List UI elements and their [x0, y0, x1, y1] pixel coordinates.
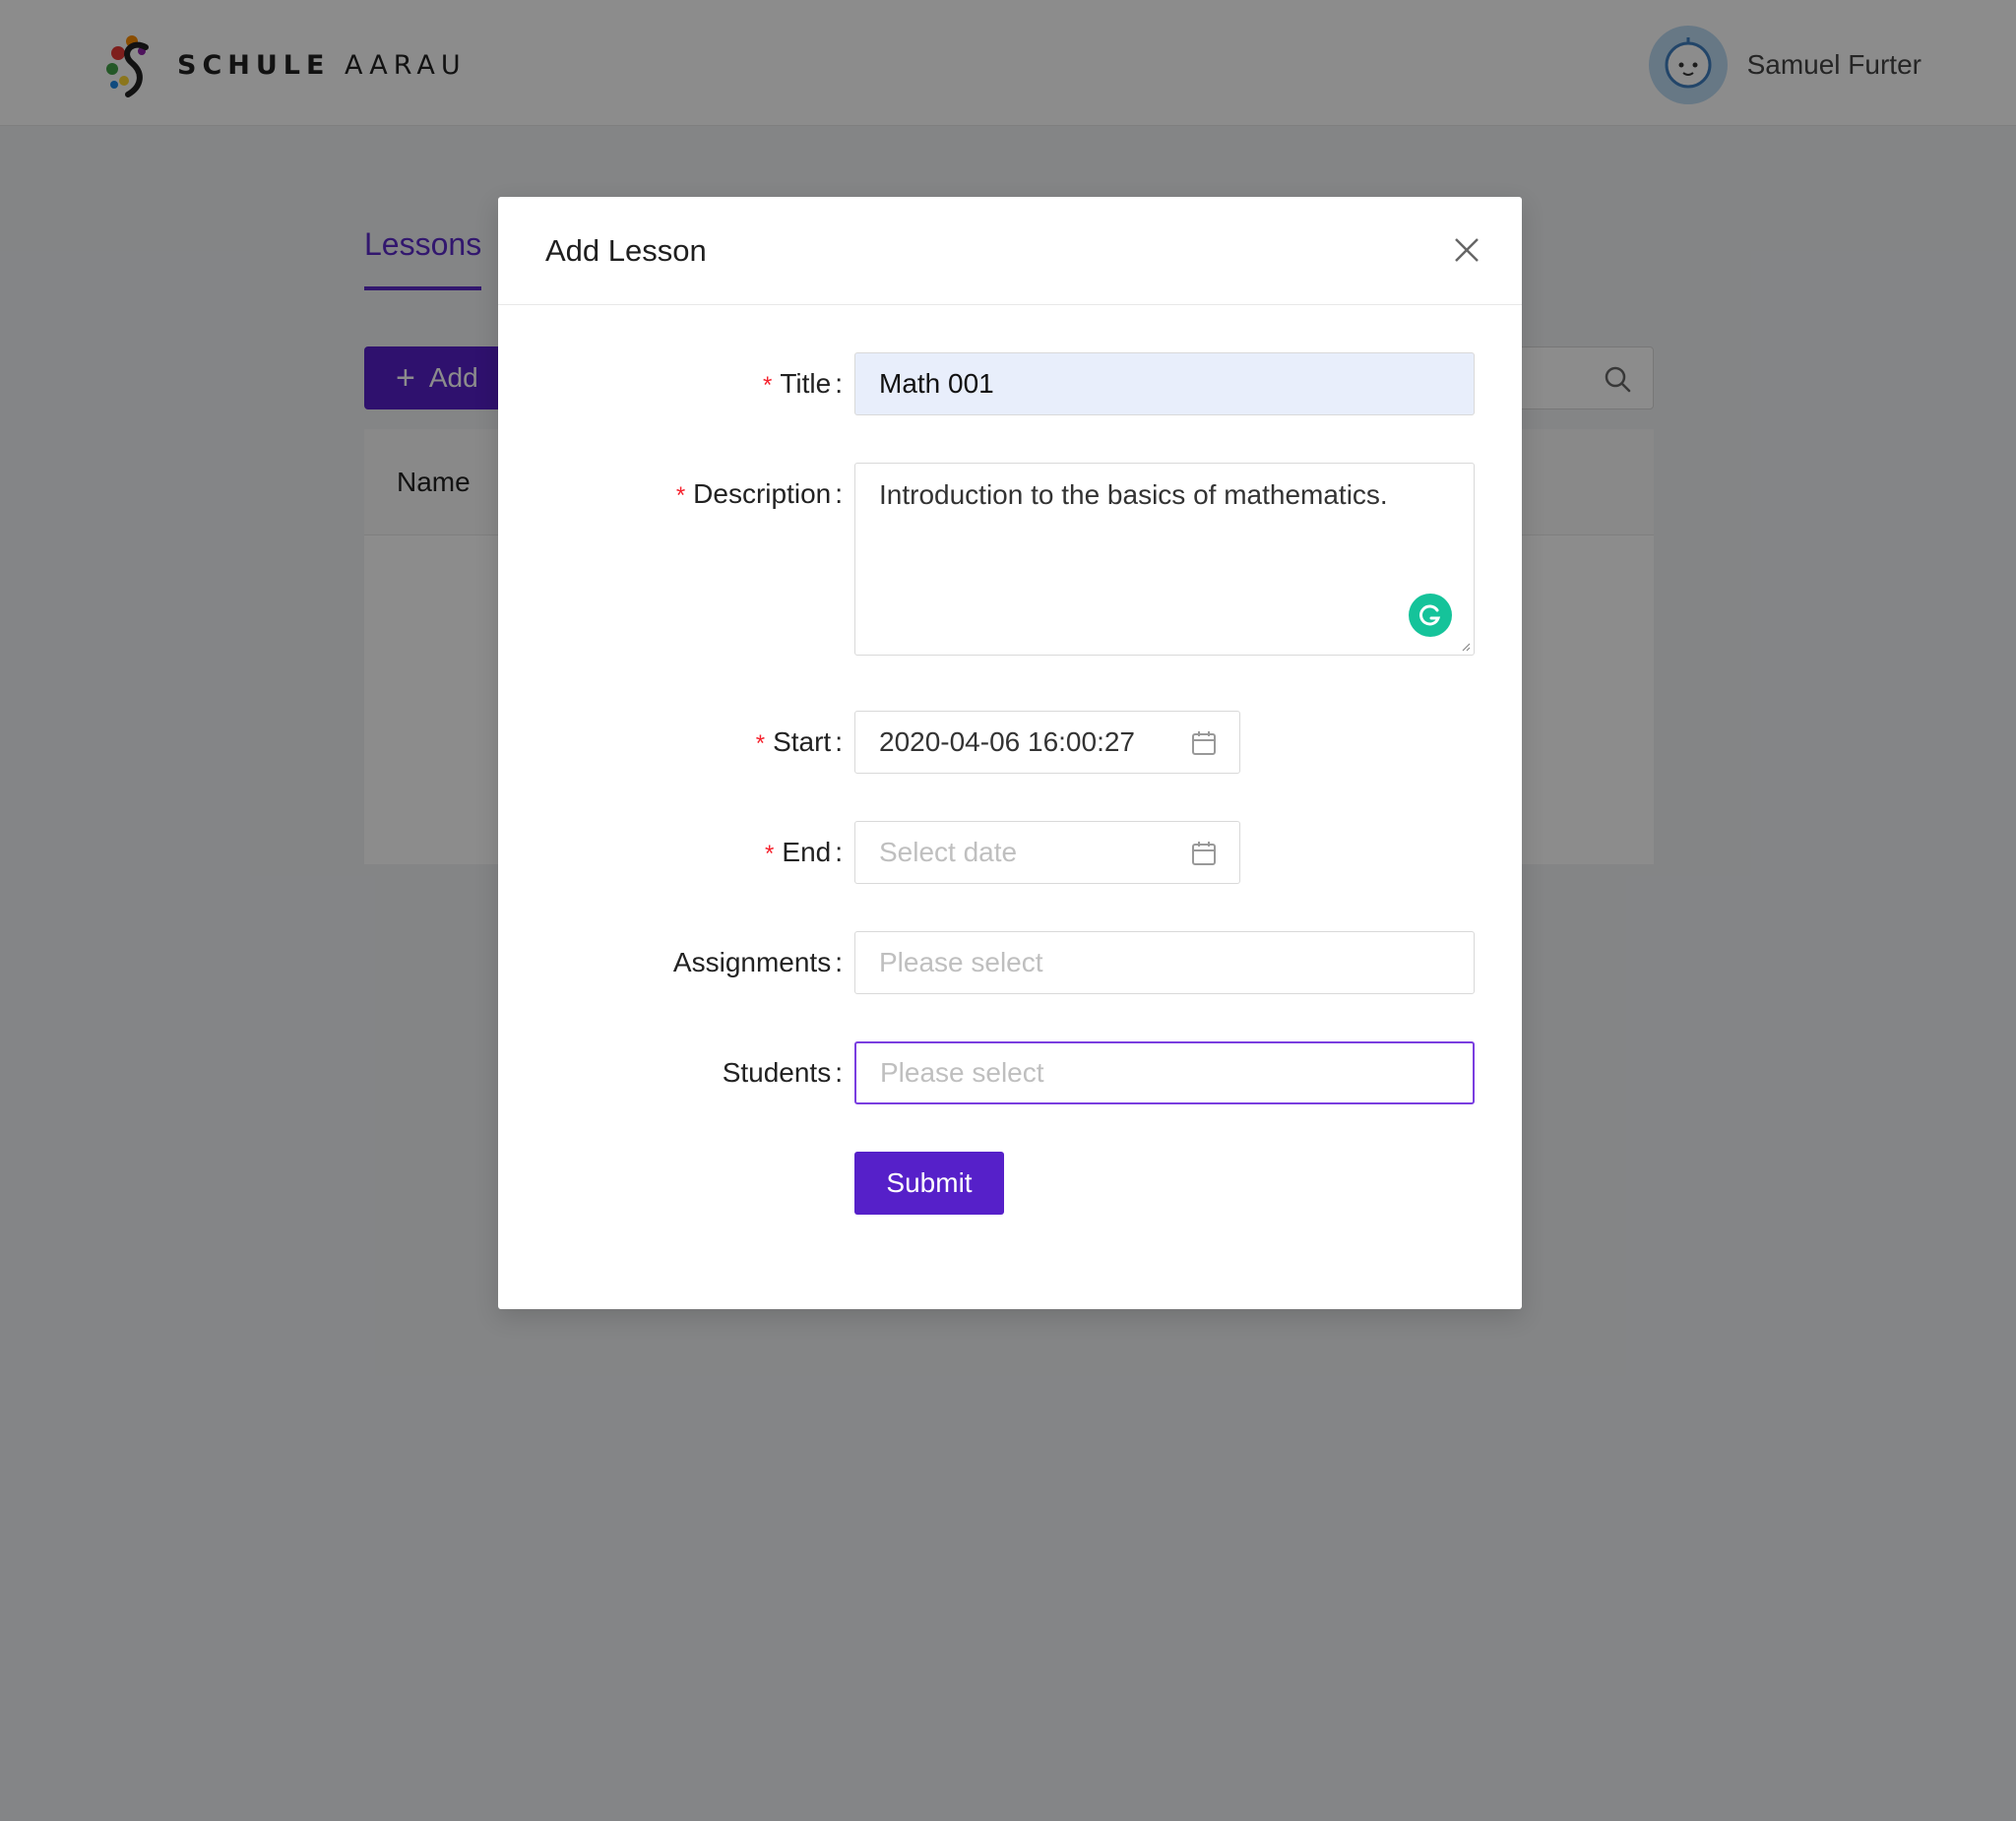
description-value: Introduction to the basics of mathematic… [879, 479, 1388, 510]
grammarly-button[interactable] [1409, 594, 1452, 637]
assignments-label: Assignments: [672, 947, 843, 977]
end-label-text: End [782, 837, 832, 867]
description-label-text: Description [693, 478, 832, 509]
assignments-placeholder: Please select [879, 947, 1043, 977]
students-label: Students: [722, 1057, 843, 1088]
title-input-value: Math 001 [879, 368, 994, 399]
students-placeholder: Please select [880, 1057, 1044, 1088]
assignments-label-text: Assignments [672, 947, 832, 977]
calendar-icon [1192, 731, 1216, 755]
calendar-icon [1192, 842, 1216, 865]
end-date-picker[interactable]: Select date [854, 821, 1240, 884]
resize-handle-icon[interactable] [1461, 642, 1471, 652]
modal-header: Add Lesson [498, 197, 1522, 305]
title-label: * Title: [763, 368, 843, 399]
start-label: * Start: [755, 726, 843, 757]
add-lesson-modal: Add Lesson * Title: Math 001 * Description… [498, 197, 1522, 1309]
description-textarea[interactable]: Introduction to the basics of mathematic… [854, 463, 1475, 656]
close-button[interactable] [1447, 230, 1486, 270]
title-input[interactable]: Math 001 [854, 352, 1475, 415]
required-mark: * [675, 482, 686, 509]
start-date-picker[interactable]: 2020-04-06 16:00:27 [854, 711, 1240, 774]
title-label-text: Title [780, 368, 832, 399]
modal-title: Add Lesson [545, 232, 707, 268]
submit-button[interactable]: Submit [854, 1152, 1004, 1215]
close-icon [1455, 238, 1479, 262]
required-mark: * [765, 841, 775, 867]
students-select[interactable]: Please select [854, 1041, 1475, 1104]
assignments-select[interactable]: Please select [854, 931, 1475, 994]
grammarly-icon [1419, 604, 1441, 626]
end-label: * End: [765, 837, 843, 867]
description-label: * Description: [675, 478, 843, 509]
start-date-value: 2020-04-06 16:00:27 [879, 726, 1135, 757]
end-date-placeholder: Select date [879, 837, 1018, 867]
students-label-text: Students [722, 1057, 832, 1088]
required-mark: * [755, 730, 766, 757]
start-label-text: Start [773, 726, 832, 757]
required-mark: * [763, 372, 773, 399]
